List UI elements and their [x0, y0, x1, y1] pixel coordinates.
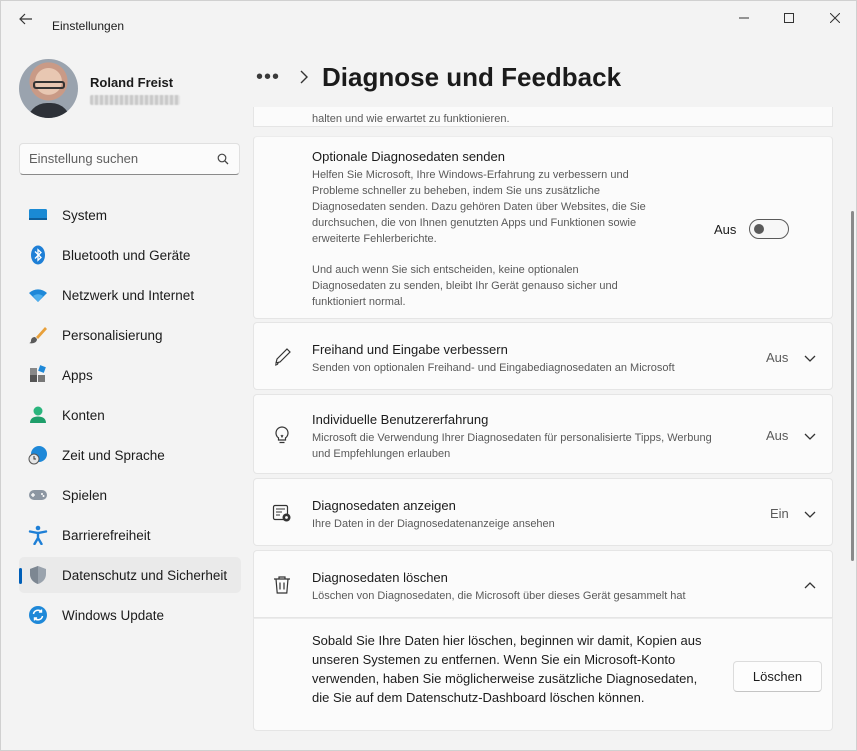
delete-explanation: Sobald Sie Ihre Daten hier löschen, begi…: [312, 633, 702, 705]
sidebar-item-label: Windows Update: [62, 608, 165, 623]
lightbulb-icon: [275, 426, 289, 444]
sidebar-item-label: Bluetooth und Geräte: [62, 248, 191, 263]
state-label: Ein: [770, 506, 789, 521]
sidebar-nav: System Bluetooth und Geräte Netzwerk und…: [19, 197, 241, 637]
profile-email-blurred: [90, 95, 180, 105]
trash-icon: [274, 576, 290, 594]
sidebar-item-label: Konten: [62, 408, 105, 423]
chevron-right-icon: [300, 70, 308, 84]
sidebar-item-label: Netzwerk und Internet: [62, 288, 195, 303]
chevron-down-icon[interactable]: [802, 350, 818, 366]
page-title: Diagnose und Feedback: [322, 61, 622, 92]
setting-card-inking-typing[interactable]: Freihand und Eingabe verbessern Senden v…: [253, 322, 833, 390]
card-description: Senden von optionalen Freihand- und Eing…: [312, 362, 675, 374]
brush-icon: [29, 327, 47, 344]
pen-icon: [274, 348, 291, 366]
update-icon: [29, 606, 47, 624]
sidebar-item-personalization[interactable]: Personalisierung: [19, 317, 241, 353]
card-title: Freihand und Eingabe verbessern: [312, 342, 508, 357]
user-icon: [30, 406, 46, 423]
search-icon[interactable]: [217, 153, 229, 165]
setting-card-tailored-experiences[interactable]: Individuelle Benutzererfahrung Microsoft…: [253, 394, 833, 474]
monitor-icon: [29, 209, 47, 220]
chevron-up-icon[interactable]: [802, 578, 818, 594]
user-profile[interactable]: Roland Freist: [19, 59, 239, 119]
toggle-state-label: Aus: [714, 222, 737, 237]
card-description-secondary: Und auch wenn Sie sich entscheiden, kein…: [312, 264, 618, 308]
card-title: Diagnosedaten anzeigen: [312, 498, 456, 513]
sidebar-item-bluetooth[interactable]: Bluetooth und Geräte: [19, 237, 241, 273]
globe-clock-icon: [28, 446, 47, 465]
apps-icon: [30, 365, 46, 382]
sidebar-item-label: Spielen: [62, 488, 108, 503]
sidebar-item-label: Personalisierung: [62, 328, 163, 343]
card-title: Individuelle Benutzererfahrung: [312, 412, 489, 427]
arrow-left-icon: [19, 13, 32, 25]
card-title: Diagnosedaten löschen: [312, 570, 448, 585]
optional-diagnostics-toggle[interactable]: [749, 219, 789, 239]
setting-card-optional-diagnostics: Optionale Diagnosedaten senden Helfen Si…: [253, 136, 833, 319]
sidebar-item-label: Zeit und Sprache: [62, 448, 165, 463]
maximize-button[interactable]: [766, 1, 812, 35]
scrollbar[interactable]: [851, 211, 854, 561]
profile-name: Roland Freist: [90, 75, 174, 90]
breadcrumb-more-button[interactable]: •••: [256, 66, 284, 89]
card-description: Ihre Daten in der Diagnosedatenanzeige a…: [312, 518, 555, 530]
sidebar-item-network[interactable]: Netzwerk und Internet: [19, 277, 241, 313]
sidebar-item-label: Barrierefreiheit: [62, 528, 151, 543]
minimize-button[interactable]: [721, 1, 767, 35]
state-label: Aus: [766, 350, 789, 365]
bluetooth-icon: [31, 245, 45, 265]
search-input[interactable]: [29, 151, 209, 166]
card-title: Optionale Diagnosedaten senden: [312, 149, 505, 164]
gamepad-icon: [29, 490, 47, 500]
toggle-knob: [754, 224, 764, 234]
sidebar-item-apps[interactable]: Apps: [19, 357, 241, 393]
delete-button[interactable]: Löschen: [733, 661, 822, 692]
setting-card-view-diagnostics[interactable]: Diagnosedaten anzeigen Ihre Daten in der…: [253, 478, 833, 546]
sidebar-item-system[interactable]: System: [19, 197, 241, 233]
sidebar-item-gaming[interactable]: Spielen: [19, 477, 241, 513]
sidebar-item-label: Apps: [62, 368, 93, 383]
settings-content: halten und wie erwartet zu funktionieren…: [253, 107, 835, 751]
sidebar-item-time-language[interactable]: Zeit und Sprache: [19, 437, 241, 473]
card-description-partial: halten und wie erwartet zu funktionieren…: [312, 113, 510, 125]
back-button[interactable]: [13, 9, 39, 29]
breadcrumb: ••• Diagnose und Feedback: [256, 59, 621, 95]
sidebar-item-label: System: [62, 208, 108, 223]
sidebar-item-privacy-security[interactable]: Datenschutz und Sicherheit: [19, 557, 241, 593]
close-button[interactable]: [812, 1, 857, 35]
state-label: Aus: [766, 428, 789, 443]
card-description: Löschen von Diagnosedaten, die Microsoft…: [312, 590, 686, 602]
wifi-icon: [29, 289, 47, 302]
minimize-icon: [739, 17, 749, 19]
shield-icon: [30, 566, 46, 584]
sidebar-item-accounts[interactable]: Konten: [19, 397, 241, 433]
card-description: Helfen Sie Microsoft, Ihre Windows-Erfah…: [312, 169, 646, 245]
setting-card-partial: halten und wie erwartet zu funktionieren…: [253, 107, 833, 127]
avatar: [19, 59, 78, 118]
settings-search[interactable]: [19, 143, 240, 175]
card-description: Microsoft die Verwendung Ihrer Diagnosed…: [312, 432, 712, 460]
sidebar-item-windows-update[interactable]: Windows Update: [19, 597, 241, 633]
sidebar-item-accessibility[interactable]: Barrierefreiheit: [19, 517, 241, 553]
close-icon: [830, 13, 840, 23]
setting-card-delete-diagnostics[interactable]: Diagnosedaten löschen Löschen von Diagno…: [253, 550, 833, 618]
settings-window: Einstellungen Roland Freist Einstellung …: [0, 0, 857, 751]
sidebar-item-label: Datenschutz und Sicherheit: [62, 568, 228, 583]
chevron-down-icon[interactable]: [802, 428, 818, 444]
delete-diagnostics-panel: Sobald Sie Ihre Daten hier löschen, begi…: [253, 618, 833, 731]
maximize-icon: [784, 13, 794, 23]
title-bar: Einstellungen: [1, 1, 857, 35]
diagnostic-viewer-icon: [272, 504, 291, 522]
chevron-down-icon[interactable]: [802, 506, 818, 522]
app-title: Einstellungen: [52, 19, 125, 33]
accessibility-icon: [28, 525, 48, 545]
